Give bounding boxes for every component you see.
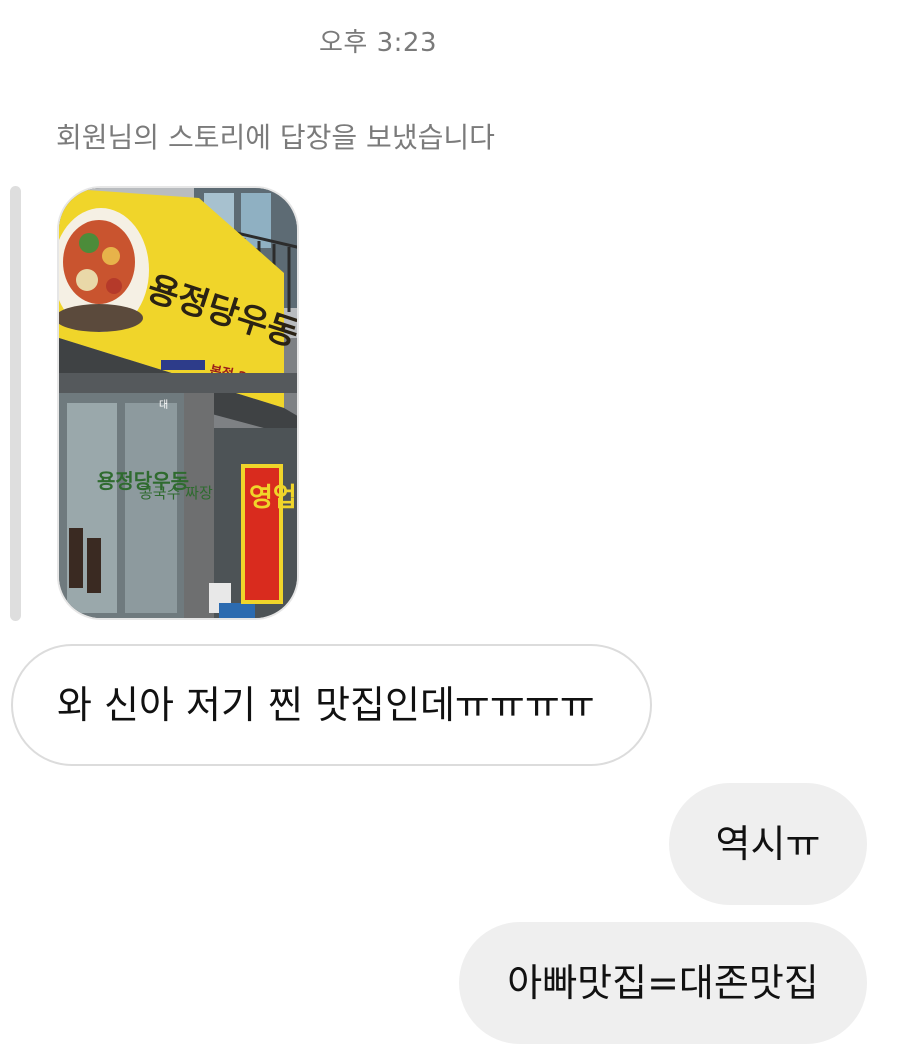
door-label: 대 bbox=[159, 399, 168, 411]
storefront-photo: 용정당우동 본점 288-5772 대 용정당우동 콩국수 짜장 bbox=[59, 188, 299, 618]
message-text: 와 신아 저기 찐 맛집인데ㅠㅠㅠㅠ bbox=[57, 683, 595, 727]
sent-message-bubble[interactable]: 아빠맛집=대존맛집 bbox=[459, 922, 867, 1044]
message-text: 아빠맛집=대존맛집 bbox=[507, 961, 819, 1005]
received-message-bubble[interactable]: 와 신아 저기 찐 맛집인데ㅠㅠㅠㅠ bbox=[11, 644, 652, 766]
open-banner-text: 영업중 bbox=[249, 483, 299, 513]
message-text: 역시ㅠ bbox=[715, 822, 821, 866]
sent-message-bubble[interactable]: 역시ㅠ bbox=[669, 783, 867, 905]
story-reply-indicator-bar bbox=[10, 186, 21, 621]
story-reply-caption: 회원님의 스토리에 답장을 보냈습니다 bbox=[56, 121, 495, 154]
message-timestamp: 오후 3:23 bbox=[319, 28, 437, 58]
window-lettering-2: 콩국수 짜장 bbox=[139, 484, 213, 502]
story-thumbnail[interactable]: 용정당우동 본점 288-5772 대 용정당우동 콩국수 짜장 bbox=[57, 186, 299, 620]
